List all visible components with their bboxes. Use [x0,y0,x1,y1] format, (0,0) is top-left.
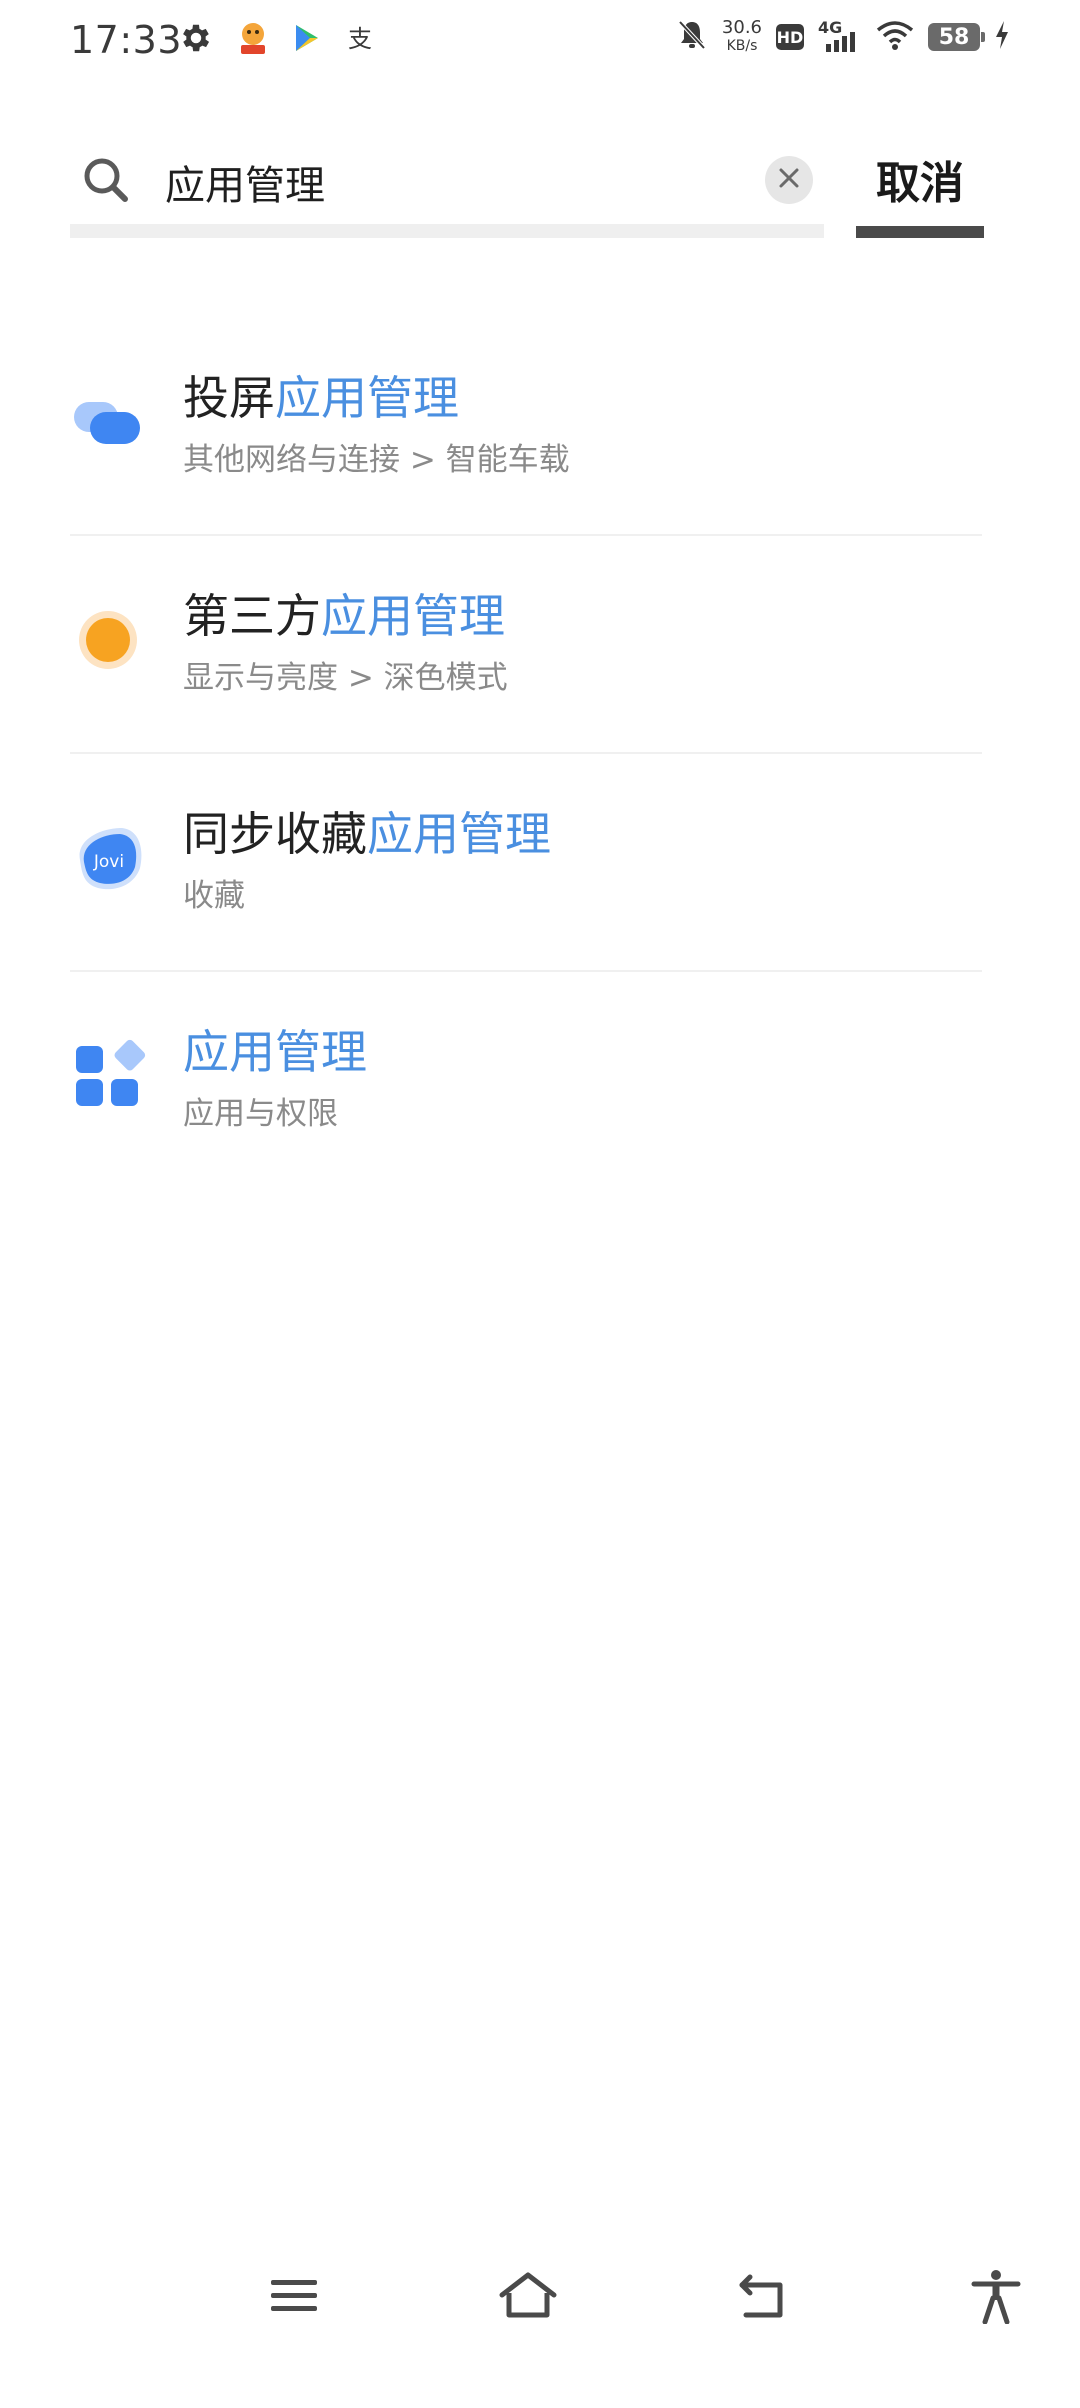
result-title-prefix: 投屏 [183,371,275,425]
result-title: 投屏应用管理 [183,370,459,426]
accessibility-icon [971,2268,1021,2328]
accessibility-button[interactable] [964,2266,1028,2330]
search-results-list: 投屏应用管理 其他网络与连接 > 智能车载 第三方应用管理 显示与亮度 > 深色… [70,318,982,1188]
notification-icons: 支 [178,20,376,60]
home-button[interactable] [496,2266,560,2330]
gear-icon [178,20,214,60]
result-title-highlight: 应用管理 [275,371,459,425]
result-title-prefix: 同步收藏 [183,807,367,861]
search-settings-screen: 17:33 支 30.6 KB/s HD 4G 58 应用管理 取消 投屏应用管… [0,0,1080,2408]
result-title-prefix: 第三方 [183,589,321,643]
cancel-button[interactable]: 取消 [856,148,984,220]
result-item-app-management[interactable]: 应用管理 应用与权限 [70,972,982,1188]
result-title: 第三方应用管理 [183,588,505,644]
result-subtitle: 其他网络与连接 > 智能车载 [183,442,570,478]
mute-bell-icon [676,18,708,56]
result-subtitle: 收藏 [183,878,245,914]
result-item-sync-favorites[interactable]: Jovi 同步收藏应用管理 收藏 [70,754,982,972]
close-icon [778,167,800,193]
search-input[interactable] [165,154,725,210]
navigation-bar [0,2240,1080,2350]
result-title: 同步收藏应用管理 [183,806,551,862]
jovi-icon: Jovi [70,820,146,896]
battery-icon: 58 [928,23,985,51]
result-title-highlight: 应用管理 [367,807,551,861]
result-title-highlight: 应用管理 [183,1025,367,1079]
back-button[interactable] [730,2266,794,2330]
home-icon [498,2271,558,2325]
app-mascot-icon [236,20,270,60]
result-subtitle: 显示与亮度 > 深色模式 [183,660,508,696]
result-item-third-party[interactable]: 第三方应用管理 显示与亮度 > 深色模式 [70,536,982,754]
cancel-indicator [856,226,984,238]
system-status-icons: 30.6 KB/s HD 4G 58 [676,18,1010,56]
wifi-icon [876,19,914,55]
alipay-icon: 支 [344,22,376,58]
menu-icon [269,2274,319,2322]
back-icon [736,2271,788,2325]
charging-bolt-icon [994,20,1010,54]
result-title-highlight: 应用管理 [321,589,505,643]
search-underline [70,224,824,238]
result-item-screen-cast[interactable]: 投屏应用管理 其他网络与连接 > 智能车载 [70,318,982,536]
apps-grid-icon [70,1038,146,1114]
status-bar: 17:33 支 30.6 KB/s HD 4G 58 [0,0,1080,90]
hd-badge: HD [776,24,804,50]
jovi-icon-text: Jovi [93,852,124,872]
screen-cast-icon [70,384,146,460]
clear-search-button[interactable] [765,156,813,204]
net-speed-unit: KB/s [726,38,758,54]
dark-mode-sun-icon [70,602,146,678]
result-title: 应用管理 [183,1024,367,1080]
svg-text:支: 支 [348,25,372,53]
search-icon [82,156,130,204]
status-time: 17:33 [70,18,183,62]
net-speed: 30.6 KB/s [722,19,762,55]
result-subtitle: 应用与权限 [183,1096,338,1132]
signal-icon: 4G [818,18,862,54]
menu-button[interactable] [262,2266,326,2330]
play-store-icon [292,22,322,58]
net-speed-value: 30.6 [721,17,762,38]
